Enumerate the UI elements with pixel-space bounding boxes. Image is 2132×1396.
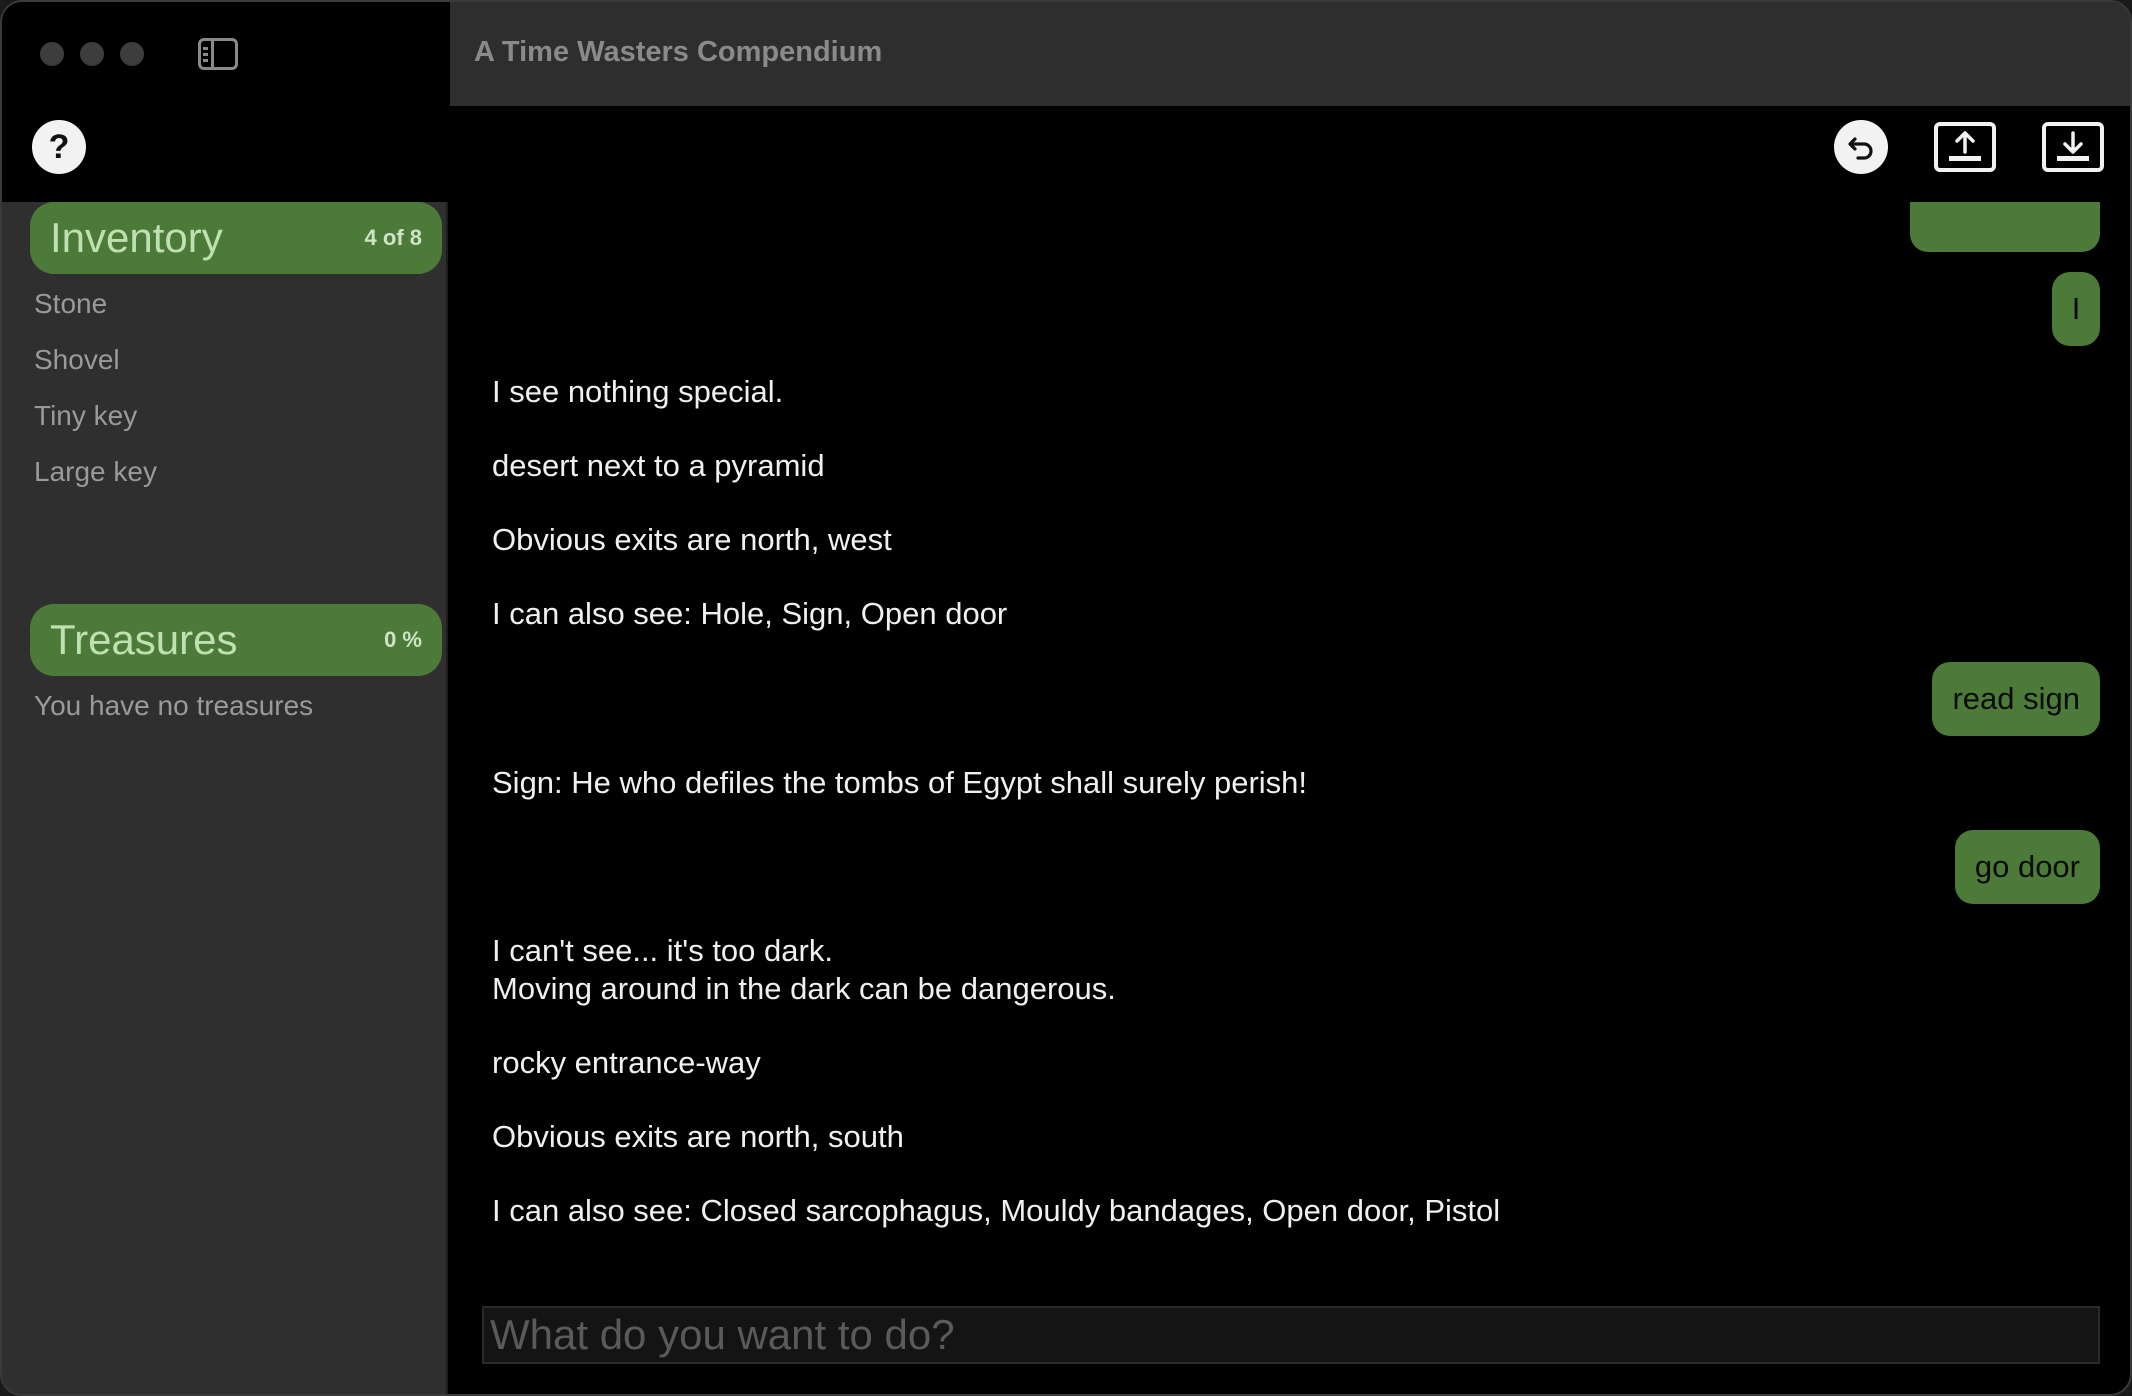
command-bubble: read sign	[1932, 662, 2100, 736]
inventory-item[interactable]: Shovel	[34, 344, 120, 376]
title-bar: A Time Wasters Compendium	[450, 2, 2130, 106]
undo-icon	[1848, 137, 1873, 160]
output-line: I see nothing special.	[492, 374, 784, 409]
command-input-placeholder: What do you want to do?	[490, 1311, 955, 1358]
download-tray-icon	[2057, 131, 2089, 161]
command-text: I	[2071, 291, 2081, 326]
output-line: I can also see: Hole, Sign, Open door	[492, 596, 1008, 631]
inventory-item[interactable]: Large key	[34, 456, 157, 488]
transcript[interactable]: I I see nothing special. desert next to …	[450, 202, 2130, 1302]
command-text: read sign	[1952, 681, 2080, 716]
zoom-window-button[interactable]	[120, 42, 144, 66]
inventory-header: Inventory 4 of 8	[30, 202, 442, 274]
sidebar: ? Inventory 4 of 8 Stone Shovel Tiny key…	[2, 2, 448, 1394]
help-icon: ?	[48, 127, 70, 166]
command-input[interactable]: What do you want to do?	[482, 1306, 2100, 1364]
treasures-empty-text: You have no treasures	[34, 690, 314, 721]
command-bubble: I	[2052, 272, 2100, 346]
output-line: rocky entrance-way	[492, 1045, 761, 1080]
export-button[interactable]	[1934, 122, 1996, 172]
command-bubble-partial	[1910, 202, 2100, 252]
inventory-item[interactable]: Tiny key	[34, 400, 137, 432]
sidebar-icon[interactable]	[198, 38, 238, 70]
treasures-header: Treasures 0 %	[30, 604, 442, 676]
treasures-title: Treasures	[50, 616, 238, 663]
output-line: Sign: He who defiles the tombs of Egypt …	[492, 765, 1308, 800]
upload-tray-icon	[1949, 131, 1981, 161]
command-bubble: go door	[1954, 830, 2100, 904]
minimize-window-button[interactable]	[80, 42, 104, 66]
inventory-count: 4 of 8	[364, 225, 422, 250]
inventory-title: Inventory	[50, 214, 223, 261]
output-line: Obvious exits are north, west	[492, 522, 892, 557]
inventory-item[interactable]: Stone	[34, 288, 107, 320]
import-button[interactable]	[2042, 122, 2104, 172]
window-title: A Time Wasters Compendium	[474, 36, 883, 68]
help-button[interactable]: ?	[32, 120, 86, 174]
command-text: go door	[1974, 849, 2080, 884]
undo-button[interactable]	[1834, 120, 1888, 174]
close-window-button[interactable]	[40, 42, 64, 66]
output-line: Obvious exits are north, south	[492, 1119, 904, 1154]
sidebar-toolbar: ?	[2, 2, 448, 202]
output-line: I can't see... it's too dark. Moving aro…	[492, 933, 1116, 1006]
output-line: I can also see: Closed sarcophagus, Moul…	[492, 1193, 1501, 1228]
output-line: desert next to a pyramid	[492, 448, 825, 483]
app-window: ? Inventory 4 of 8 Stone Shovel Tiny key…	[0, 0, 2132, 1396]
treasures-count: 0 %	[384, 627, 422, 652]
